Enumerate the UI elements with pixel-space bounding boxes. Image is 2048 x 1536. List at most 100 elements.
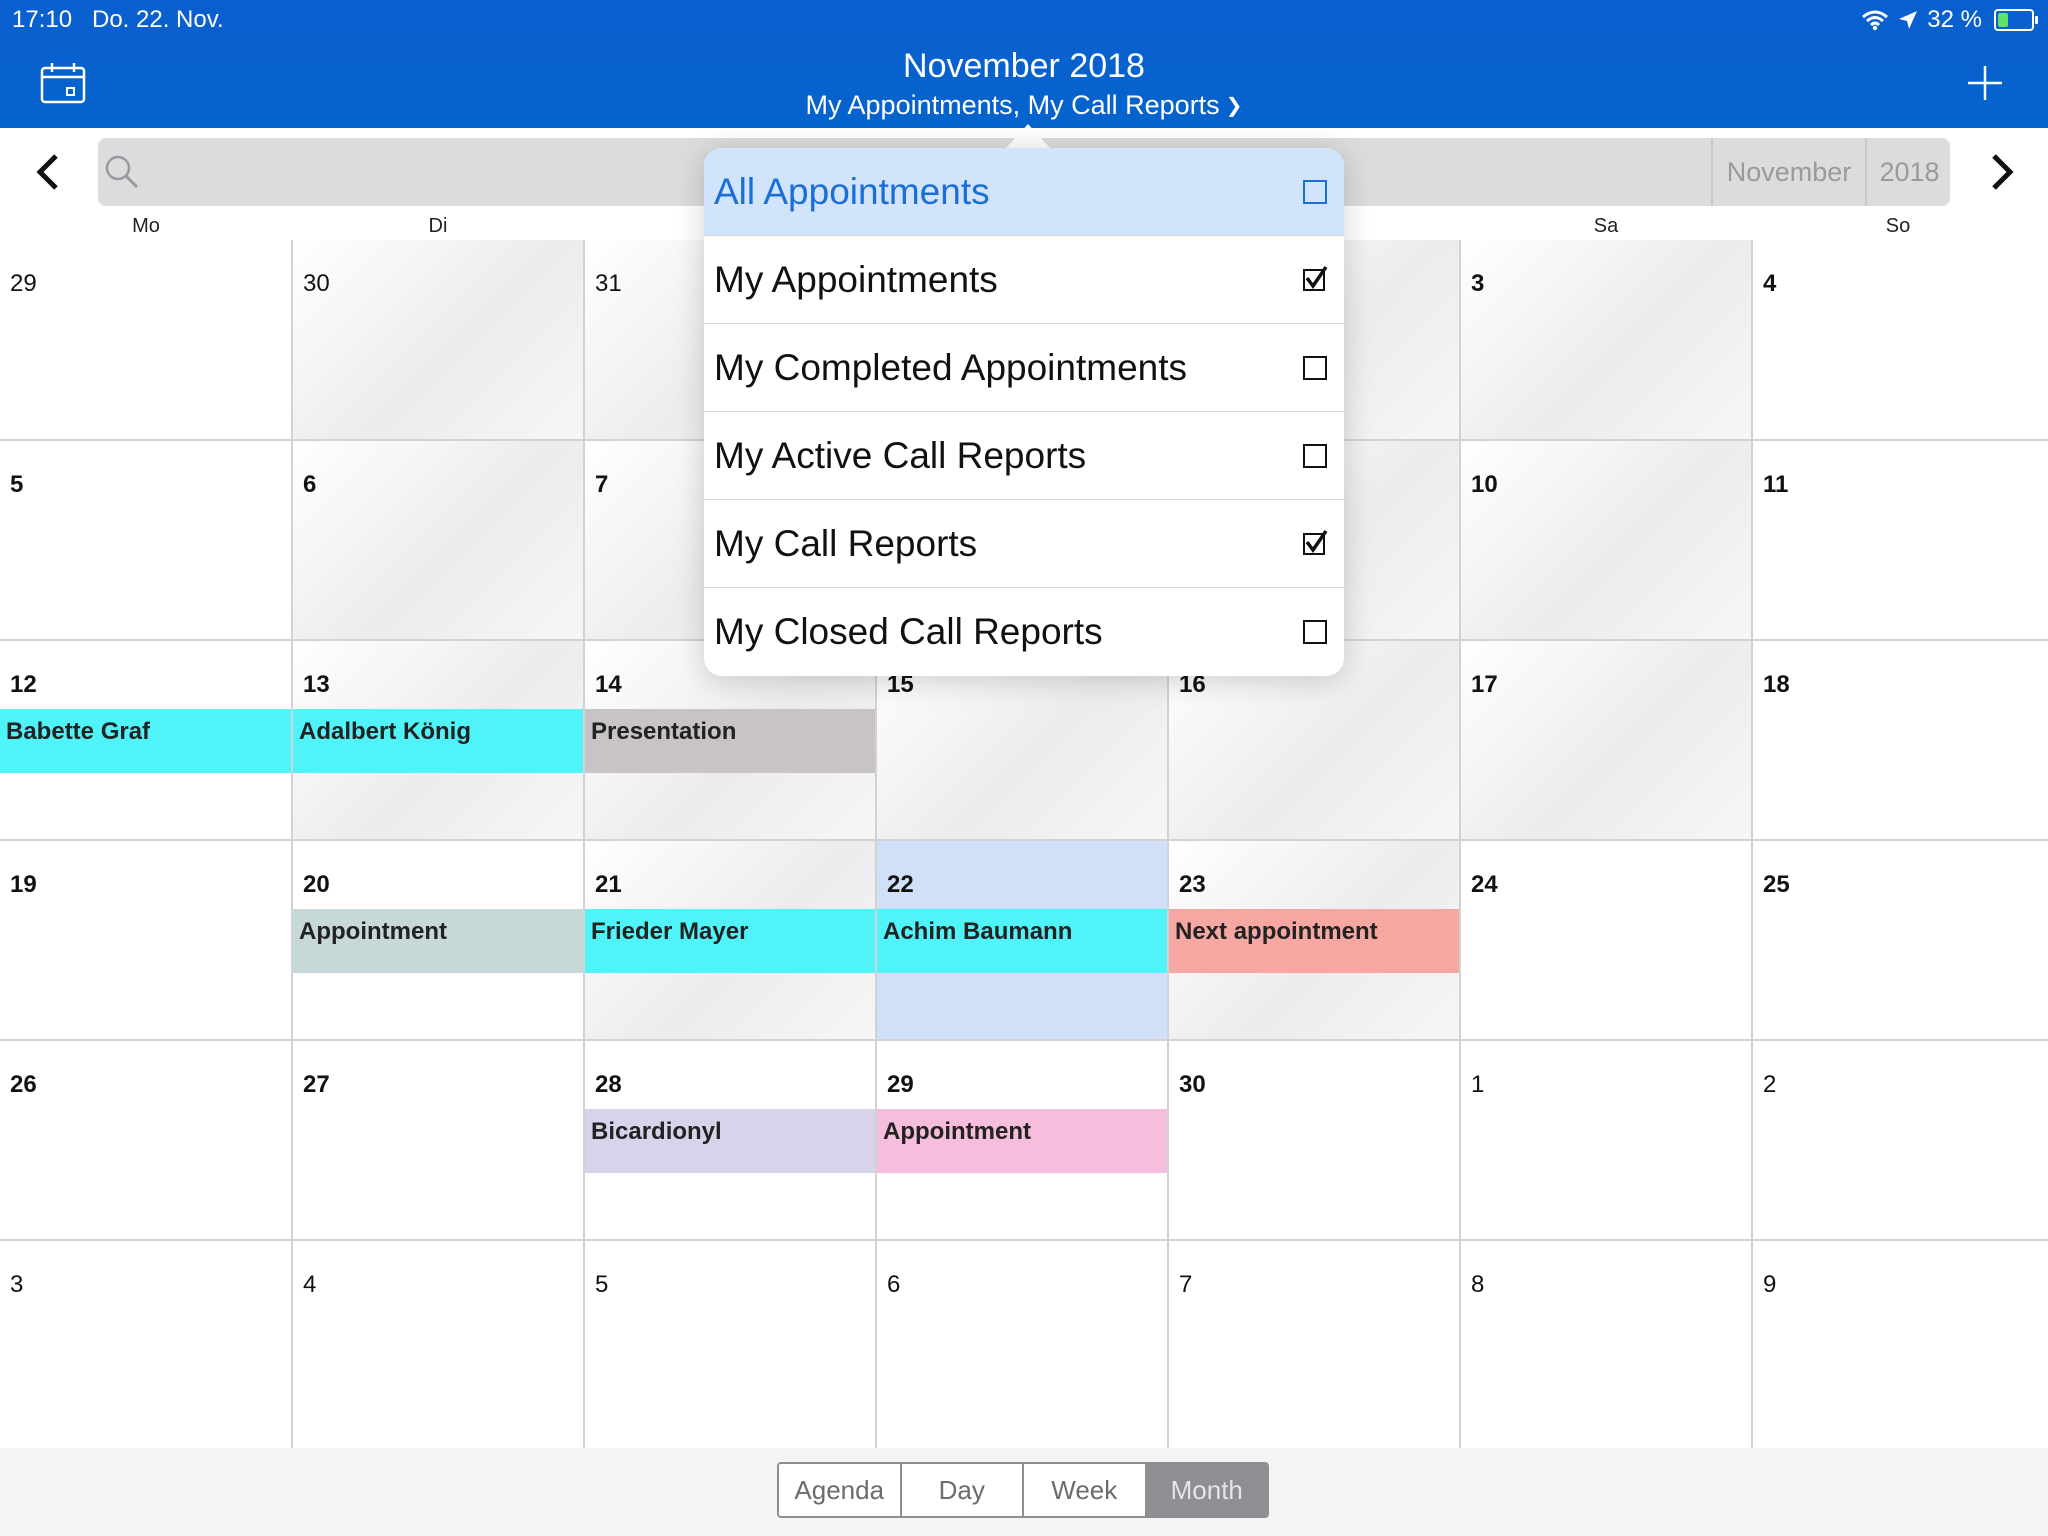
calendar-filter-popover: All Appointments My Appointments My Comp… [704,148,1344,676]
calendar-filter-selector[interactable]: My Appointments, My Call Reports ❯ [0,90,2048,121]
day-number: 22 [887,871,914,898]
day-number: 6 [303,471,317,498]
day-cell[interactable]: 28 Bicardionyl [585,1041,877,1241]
day-number: 25 [1763,871,1790,898]
day-cell[interactable]: 30 [1169,1041,1461,1241]
day-number: 14 [595,671,622,698]
day-cell[interactable]: 19 [0,841,293,1041]
event-next-appointment[interactable]: Next appointment [1169,909,1459,973]
filter-my-call-reports[interactable]: My Call Reports [704,500,1344,588]
battery-level [1998,13,2008,27]
event-frieder-mayer[interactable]: Frieder Mayer [585,909,875,973]
event-appointment-29[interactable]: Appointment [877,1109,1167,1173]
filter-label: My Closed Call Reports [714,611,1103,652]
day-cell[interactable]: 27 [293,1041,585,1241]
day-cell[interactable]: 1 [1461,1041,1753,1241]
day-number: 29 [887,1071,914,1098]
day-number: 13 [303,671,330,698]
day-cell[interactable]: 23 Next appointment [1169,841,1461,1041]
day-number: 2 [1763,1071,1777,1098]
day-cell[interactable]: 6 [293,441,585,641]
event-adalbert-koenig[interactable]: Adalbert König [293,709,583,773]
filter-all-appointments[interactable]: All Appointments [704,148,1344,236]
day-cell[interactable]: 8 [1461,1241,1753,1448]
checkbox-icon[interactable] [1302,355,1328,381]
view-day-button[interactable]: Day [901,1464,1024,1516]
day-number: 4 [1763,270,1777,297]
event-bicardionyl[interactable]: Bicardionyl [585,1109,875,1173]
checkbox-icon[interactable] [1302,443,1328,469]
day-cell[interactable]: 7 [1169,1241,1461,1448]
battery-percent: 32 % [1927,6,1982,33]
event-presentation[interactable]: Presentation [585,709,875,773]
search-icon [105,155,139,189]
status-date: Do. 22. Nov. [92,6,224,33]
day-cell-today[interactable]: 22 Achim Baumann [877,841,1169,1041]
view-agenda-button[interactable]: Agenda [779,1464,902,1516]
day-cell[interactable]: 12 Babette Graf [0,641,293,841]
filter-my-closed-call-reports[interactable]: My Closed Call Reports [704,588,1344,676]
day-cell[interactable]: 5 [585,1241,877,1448]
day-cell[interactable]: 17 [1461,641,1753,841]
day-cell[interactable]: 2 [1753,1041,2048,1241]
day-number: 5 [595,1271,609,1298]
day-number: 24 [1471,871,1498,898]
view-month-button[interactable]: Month [1146,1464,1267,1516]
day-number: 11 [1763,471,1789,498]
filter-my-active-call-reports[interactable]: My Active Call Reports [704,412,1344,500]
day-cell[interactable]: 5 [0,441,293,641]
day-number: 8 [1471,1271,1485,1298]
day-cell[interactable]: 24 [1461,841,1753,1041]
day-number: 5 [10,471,24,498]
chevron-down-icon: ❯ [1225,95,1243,117]
day-cell[interactable]: 13 Adalbert König [293,641,585,841]
day-cell[interactable]: 29 Appointment [877,1041,1169,1241]
day-cell[interactable]: 26 [0,1041,293,1241]
header-title: November 2018 [903,47,1145,85]
year-field[interactable]: 2018 [1865,138,1952,206]
filter-my-appointments[interactable]: My Appointments [704,236,1344,324]
day-cell[interactable]: 21 Frieder Mayer [585,841,877,1041]
day-cell[interactable]: 18 [1753,641,2048,841]
navigation-bar: 17:10 Do. 22. Nov. 32 % November 2018 My… [0,0,2048,128]
day-cell[interactable]: 4 [1753,240,2048,441]
chevron-right-icon[interactable] [1982,148,2022,196]
weekday-mo: Mo [132,215,160,237]
status-time: 17:10 [12,6,73,33]
day-number: 7 [1179,1271,1193,1298]
day-cell[interactable]: 6 [877,1241,1169,1448]
day-cell[interactable]: 29 [0,240,293,441]
event-appointment-20[interactable]: Appointment [293,909,583,973]
month-field[interactable]: November [1711,138,1865,206]
day-cell[interactable]: 3 [0,1241,293,1448]
day-cell[interactable]: 4 [293,1241,585,1448]
day-number: 30 [1179,1071,1206,1098]
day-cell[interactable]: 3 [1461,240,1753,441]
checkbox-checked-icon[interactable] [1302,266,1328,292]
status-indicators: 32 % [1861,6,2038,34]
event-babette-graf[interactable]: Babette Graf [0,709,291,773]
plus-icon[interactable] [1966,64,2004,102]
day-cell[interactable]: 25 [1753,841,2048,1041]
filter-label: My Appointments [714,258,998,300]
checkbox-checked-icon[interactable] [1302,530,1328,556]
weekday-so: So [1885,215,1911,237]
checkbox-icon[interactable] [1302,619,1328,645]
day-number: 19 [10,871,37,898]
day-cell[interactable]: 11 [1753,441,2048,641]
view-week-button[interactable]: Week [1024,1464,1147,1516]
day-cell[interactable]: 10 [1461,441,1753,641]
view-switcher: Agenda Day Week Month [777,1462,1269,1518]
day-number: 20 [303,871,330,898]
checkbox-icon[interactable] [1302,179,1328,205]
filter-my-completed-appointments[interactable]: My Completed Appointments [704,324,1344,412]
day-number: 17 [1471,671,1498,698]
day-cell[interactable]: 20 Appointment [293,841,585,1041]
event-achim-baumann[interactable]: Achim Baumann [877,909,1167,973]
weekday-sa: Sa [1593,215,1619,237]
day-cell[interactable]: 30 [293,240,585,441]
chevron-left-icon[interactable] [28,148,68,196]
day-cell[interactable]: 9 [1753,1241,2048,1448]
day-number: 3 [1471,270,1485,297]
popover-arrow [1006,124,1050,148]
